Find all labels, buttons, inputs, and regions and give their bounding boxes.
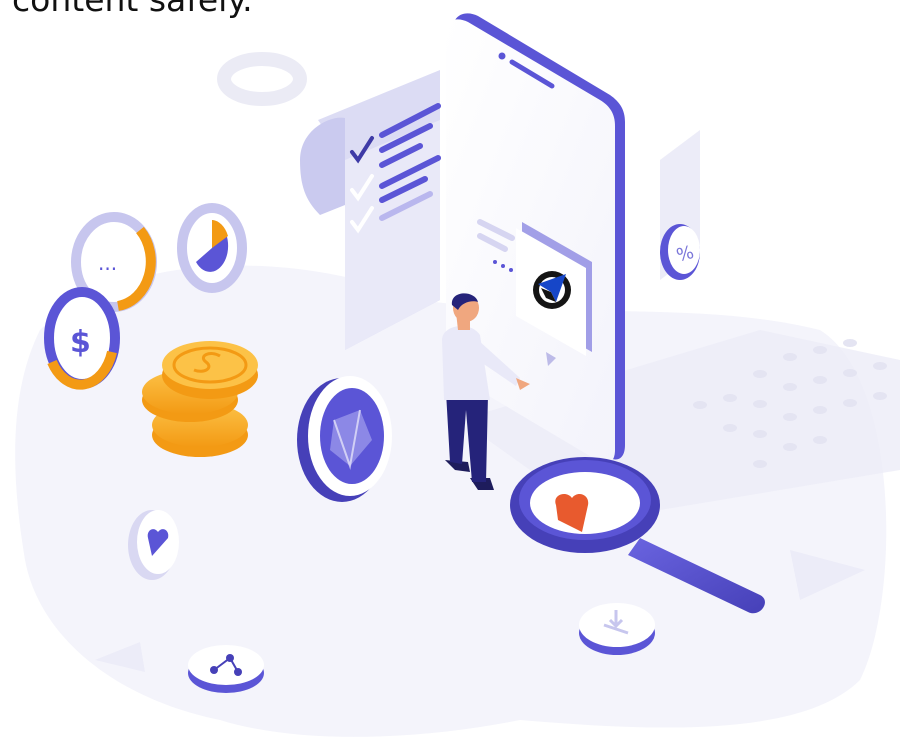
pie-donut-icon [177, 203, 247, 293]
percent-tag-icon: % [660, 130, 700, 280]
dots-icon-label: ... [98, 251, 117, 275]
ring-decoration [217, 52, 307, 106]
dollar-donut-icon: $ [44, 287, 120, 390]
illustration: ... $ % [15, 13, 900, 737]
download-icon [579, 603, 655, 655]
share-node-icon [188, 645, 264, 693]
dollar-sign-icon: $ [70, 325, 91, 360]
brand-logo-icon [533, 271, 571, 309]
